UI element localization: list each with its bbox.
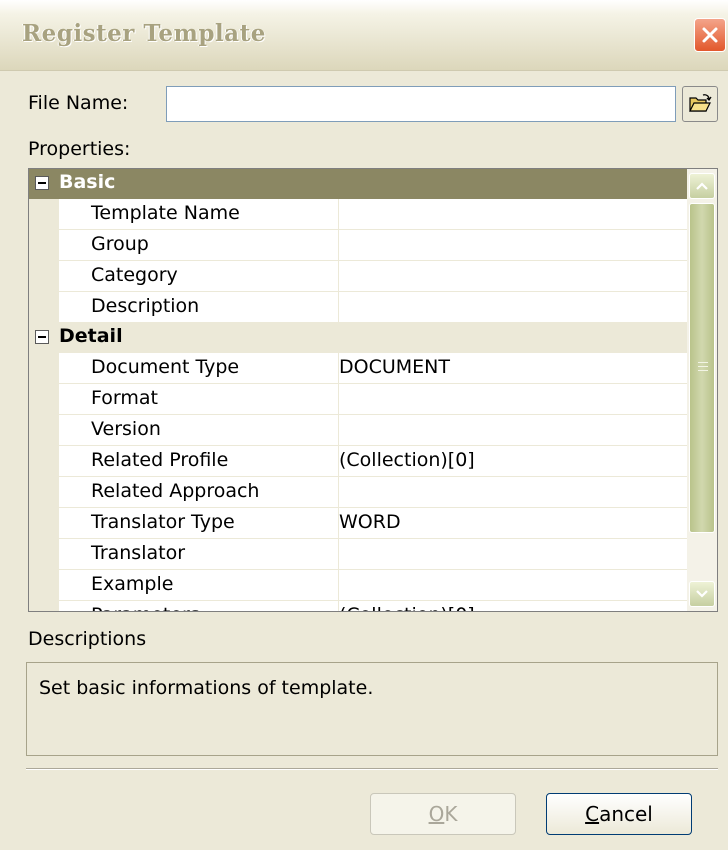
descriptions-label: Descriptions: [28, 628, 147, 650]
property-grid: Basic Template Name Group Category Descr…: [28, 168, 718, 612]
category-detail[interactable]: Detail: [29, 323, 687, 353]
property-value[interactable]: DOCUMENT: [339, 356, 450, 378]
ok-label: K: [444, 802, 458, 826]
cancel-button[interactable]: Cancel: [546, 793, 692, 835]
ok-accel: O: [428, 802, 445, 826]
category-basic[interactable]: Basic: [29, 169, 687, 199]
register-template-dialog: Register Template File Name: Properties:…: [0, 0, 728, 850]
property-name: Related Approach: [91, 480, 260, 502]
close-icon: [702, 27, 718, 43]
description-box: Set basic informations of template.: [26, 662, 718, 756]
property-name: Group: [91, 233, 149, 255]
property-row[interactable]: Group: [59, 230, 687, 261]
cancel-label: ancel: [599, 802, 653, 826]
ok-button[interactable]: OK: [370, 793, 516, 835]
property-row[interactable]: Translator Type WORD: [59, 508, 687, 539]
grid-gutter: [29, 169, 59, 611]
window-title: Register Template: [22, 20, 266, 47]
property-name: Format: [91, 387, 158, 409]
collapse-icon[interactable]: [35, 176, 49, 190]
property-name: Version: [91, 418, 161, 440]
category-basic-label: Basic: [59, 171, 116, 193]
property-name: Parameters: [91, 604, 200, 611]
property-name: Description: [91, 295, 200, 317]
thumb-grip: [698, 362, 708, 363]
property-name: Document Type: [91, 356, 240, 378]
property-row[interactable]: Category: [59, 261, 687, 292]
property-row[interactable]: Related Profile (Collection)[0]: [59, 446, 687, 477]
property-row[interactable]: Format: [59, 384, 687, 415]
property-name: Category: [91, 264, 178, 286]
file-name-input[interactable]: [166, 86, 676, 122]
property-name: Related Profile: [91, 449, 229, 471]
scroll-up-button[interactable]: [689, 173, 715, 199]
property-row[interactable]: Template Name: [59, 199, 687, 230]
description-text: Set basic informations of template.: [39, 677, 374, 699]
collapse-icon[interactable]: [35, 330, 49, 344]
properties-label: Properties:: [28, 138, 131, 160]
file-name-label: File Name:: [28, 92, 129, 114]
property-value[interactable]: WORD: [339, 511, 401, 533]
chevron-down-icon: [696, 590, 708, 598]
separator: [26, 768, 718, 770]
property-row[interactable]: Related Approach: [59, 477, 687, 508]
scroll-thumb[interactable]: [689, 203, 715, 533]
thumb-grip: [698, 370, 708, 371]
property-row[interactable]: Description: [59, 292, 687, 323]
property-name: Translator Type: [91, 511, 235, 533]
scroll-down-button[interactable]: [689, 581, 715, 607]
category-detail-label: Detail: [59, 325, 123, 347]
close-button[interactable]: [694, 18, 726, 52]
thumb-grip: [698, 366, 708, 367]
property-name: Translator: [91, 542, 186, 564]
property-row[interactable]: Example: [59, 570, 687, 601]
vertical-scrollbar[interactable]: [687, 169, 717, 611]
property-row[interactable]: Document Type DOCUMENT: [59, 353, 687, 384]
property-grid-rows: Basic Template Name Group Category Descr…: [29, 169, 687, 611]
cancel-accel: C: [585, 802, 600, 826]
property-row[interactable]: Translator: [59, 539, 687, 570]
property-row[interactable]: Version: [59, 415, 687, 446]
property-name: Template Name: [91, 202, 240, 224]
open-folder-icon: [689, 94, 712, 112]
title-bar[interactable]: Register Template: [0, 0, 728, 71]
property-row[interactable]: Parameters (Collection)[0]: [59, 601, 687, 611]
property-value[interactable]: (Collection)[0]: [339, 449, 475, 471]
property-name: Example: [91, 573, 174, 595]
property-value[interactable]: (Collection)[0]: [339, 604, 475, 611]
chevron-up-icon: [696, 182, 708, 190]
browse-button[interactable]: [682, 86, 718, 122]
